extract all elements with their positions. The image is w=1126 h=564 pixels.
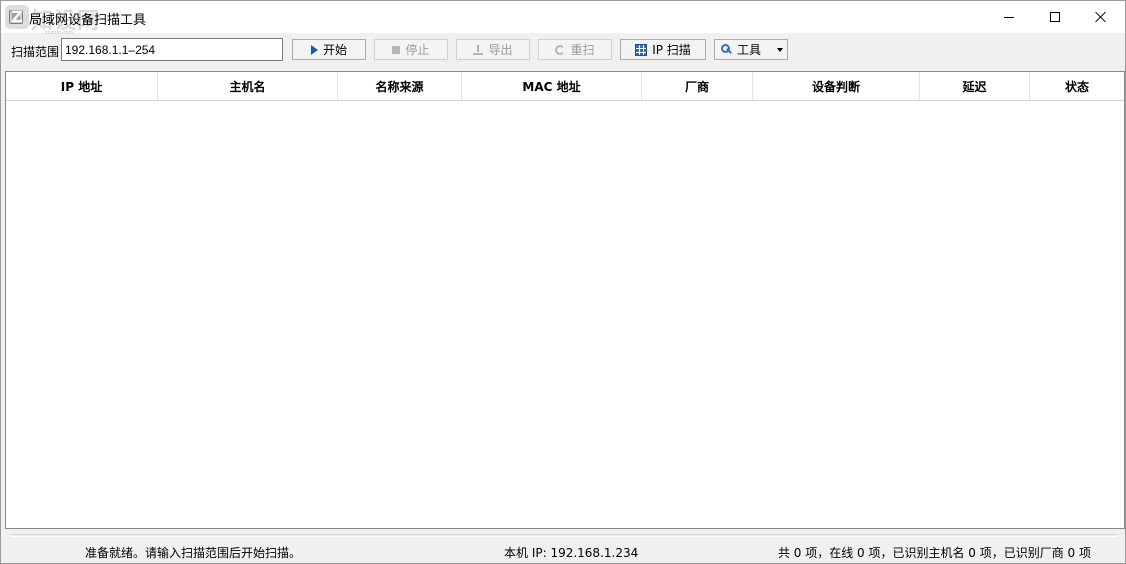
wrench-icon (721, 44, 732, 55)
close-button[interactable] (1078, 1, 1124, 33)
ip-scan-button[interactable]: IP 扫描 (620, 39, 706, 60)
device-table[interactable]: IP 地址 主机名 名称来源 MAC 地址 厂商 设备判断 延迟 状态 (5, 71, 1125, 529)
close-icon (1095, 11, 1107, 23)
status-divider (11, 534, 1117, 537)
toolbar: 扫描范围 开始 停止 导出 重扫 IP 扫描 工具 (1, 33, 1125, 67)
chevron-down-icon (777, 48, 783, 52)
start-button[interactable]: 开始 (292, 39, 366, 60)
column-header-hostname[interactable]: 主机名 (158, 72, 338, 100)
column-header-mac[interactable]: MAC 地址 (462, 72, 642, 100)
app-icon (9, 10, 23, 24)
window-title: 局域网设备扫描工具 (29, 13, 147, 28)
tools-dropdown-button[interactable]: 工具 (714, 39, 788, 60)
app-window: Z 知设网 znzmo.com 局域网设备扫描工具 扫描范围 开始 停止 导出 … (0, 0, 1126, 564)
maximize-button[interactable] (1032, 1, 1078, 33)
refresh-icon (555, 44, 566, 55)
column-header-vendor[interactable]: 厂商 (642, 72, 753, 100)
title-bar: Z 知设网 znzmo.com 局域网设备扫描工具 (1, 1, 1125, 36)
column-header-device-type[interactable]: 设备判断 (753, 72, 920, 100)
tools-label: 工具 (737, 43, 762, 57)
minimize-button[interactable] (986, 1, 1032, 33)
start-label: 开始 (322, 43, 347, 57)
status-bar: 准备就绪。请输入扫描范围后开始扫描。 本机 IP: 192.168.1.234 … (1, 534, 1125, 564)
ip-scan-label: IP 扫描 (652, 43, 691, 57)
export-label: 导出 (488, 43, 513, 57)
column-header-name-source[interactable]: 名称来源 (338, 72, 462, 100)
rescan-label: 重扫 (570, 43, 595, 57)
local-ip-text: 本机 IP: 192.168.1.234 (504, 546, 639, 560)
column-header-latency[interactable]: 延迟 (920, 72, 1030, 100)
stop-icon (392, 45, 401, 54)
rescan-button[interactable]: 重扫 (538, 39, 612, 60)
stop-button[interactable]: 停止 (374, 39, 448, 60)
scan-range-input[interactable] (61, 38, 283, 61)
column-header-ip[interactable]: IP 地址 (6, 72, 158, 100)
grid-icon (635, 43, 648, 56)
scan-range-label: 扫描范围 (11, 45, 60, 59)
stop-label: 停止 (405, 43, 430, 57)
column-header-status[interactable]: 状态 (1030, 72, 1124, 100)
play-icon (310, 44, 318, 55)
minimize-icon (1004, 16, 1014, 18)
export-icon (473, 44, 484, 55)
table-header: IP 地址 主机名 名称来源 MAC 地址 厂商 设备判断 延迟 状态 (6, 72, 1124, 101)
maximize-icon (1050, 12, 1060, 22)
export-button[interactable]: 导出 (456, 39, 530, 60)
status-message: 准备就绪。请输入扫描范围后开始扫描。 (85, 546, 302, 560)
summary-counts: 共 0 项，在线 0 项，已识别主机名 0 项，已识别厂商 0 项 (777, 546, 1091, 560)
